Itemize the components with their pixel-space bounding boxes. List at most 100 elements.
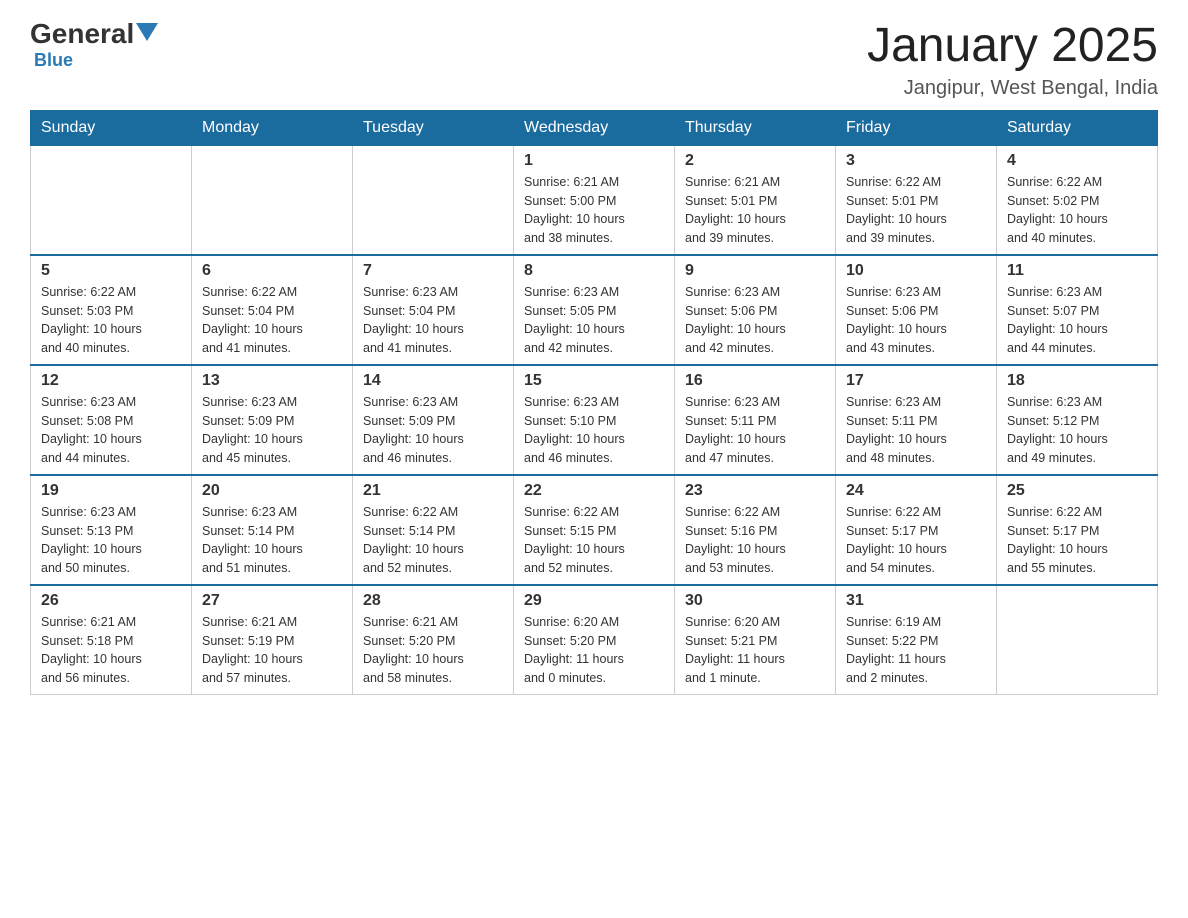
day-number: 5: [41, 262, 181, 280]
table-row: 17 Sunrise: 6:23 AMSunset: 5:11 PMDayligh…: [836, 365, 997, 475]
day-number: 30: [685, 592, 825, 610]
day-info: Sunrise: 6:23 AMSunset: 5:07 PMDaylight:…: [1007, 283, 1147, 358]
day-number: 21: [363, 482, 503, 500]
day-info: Sunrise: 6:22 AMSunset: 5:04 PMDaylight:…: [202, 283, 342, 358]
table-row: 9 Sunrise: 6:23 AMSunset: 5:06 PMDaylight…: [675, 255, 836, 365]
table-row: 8 Sunrise: 6:23 AMSunset: 5:05 PMDaylight…: [514, 255, 675, 365]
col-monday: Monday: [192, 110, 353, 145]
day-info: Sunrise: 6:23 AMSunset: 5:08 PMDaylight:…: [41, 393, 181, 468]
col-thursday: Thursday: [675, 110, 836, 145]
table-row: 26 Sunrise: 6:21 AMSunset: 5:18 PMDayligh…: [31, 585, 192, 695]
table-row: 2Sunrise: 6:21 AMSunset: 5:01 PMDaylight…: [675, 145, 836, 255]
table-row: 25 Sunrise: 6:22 AMSunset: 5:17 PMDayligh…: [997, 475, 1158, 585]
day-number: 22: [524, 482, 664, 500]
day-info: Sunrise: 6:23 AMSunset: 5:14 PMDaylight:…: [202, 503, 342, 578]
day-number: 14: [363, 372, 503, 390]
day-number: 13: [202, 372, 342, 390]
table-row: [192, 145, 353, 255]
calendar-week-row: 5 Sunrise: 6:22 AMSunset: 5:03 PMDaylight…: [31, 255, 1158, 365]
day-number: 15: [524, 372, 664, 390]
table-row: 12 Sunrise: 6:23 AMSunset: 5:08 PMDayligh…: [31, 365, 192, 475]
table-row: 18 Sunrise: 6:23 AMSunset: 5:12 PMDayligh…: [997, 365, 1158, 475]
logo-general-text: General: [30, 20, 134, 48]
day-number: 28: [363, 592, 503, 610]
day-info: Sunrise: 6:20 AMSunset: 5:21 PMDaylight:…: [685, 613, 825, 688]
table-row: 30 Sunrise: 6:20 AMSunset: 5:21 PMDayligh…: [675, 585, 836, 695]
day-number: 3: [846, 152, 986, 170]
day-info: Sunrise: 6:22 AMSunset: 5:17 PMDaylight:…: [1007, 503, 1147, 578]
table-row: 3 Sunrise: 6:22 AMSunset: 5:01 PMDaylight…: [836, 145, 997, 255]
day-info: Sunrise: 6:23 AMSunset: 5:13 PMDaylight:…: [41, 503, 181, 578]
table-row: 13 Sunrise: 6:23 AMSunset: 5:09 PMDayligh…: [192, 365, 353, 475]
table-row: 14 Sunrise: 6:23 AMSunset: 5:09 PMDayligh…: [353, 365, 514, 475]
day-number: 12: [41, 372, 181, 390]
calendar-week-row: 12 Sunrise: 6:23 AMSunset: 5:08 PMDayligh…: [31, 365, 1158, 475]
day-info: Sunrise: 6:22 AMSunset: 5:17 PMDaylight:…: [846, 503, 986, 578]
calendar-week-row: 26 Sunrise: 6:21 AMSunset: 5:18 PMDayligh…: [31, 585, 1158, 695]
day-number: 24: [846, 482, 986, 500]
day-info: Sunrise: 6:23 AMSunset: 5:12 PMDaylight:…: [1007, 393, 1147, 468]
day-info: Sunrise: 6:22 AMSunset: 5:16 PMDaylight:…: [685, 503, 825, 578]
day-number: 23: [685, 482, 825, 500]
day-number: 18: [1007, 372, 1147, 390]
col-sunday: Sunday: [31, 110, 192, 145]
table-row: 10 Sunrise: 6:23 AMSunset: 5:06 PMDayligh…: [836, 255, 997, 365]
logo: General Blue: [30, 20, 158, 71]
table-row: 4Sunrise: 6:22 AMSunset: 5:02 PMDaylight…: [997, 145, 1158, 255]
day-info: Sunrise: 6:23 AMSunset: 5:09 PMDaylight:…: [202, 393, 342, 468]
calendar-table: Sunday Monday Tuesday Wednesday Thursday…: [30, 110, 1158, 695]
day-number: 8: [524, 262, 664, 280]
day-number: 20: [202, 482, 342, 500]
table-row: 7 Sunrise: 6:23 AMSunset: 5:04 PMDaylight…: [353, 255, 514, 365]
day-info: Sunrise: 6:21 AMSunset: 5:00 PMDaylight:…: [524, 173, 664, 248]
day-number: 26: [41, 592, 181, 610]
day-info: Sunrise: 6:22 AMSunset: 5:01 PMDaylight:…: [846, 173, 986, 248]
month-title: January 2025: [867, 20, 1158, 73]
day-info: Sunrise: 6:20 AMSunset: 5:20 PMDaylight:…: [524, 613, 664, 688]
day-info: Sunrise: 6:23 AMSunset: 5:11 PMDaylight:…: [685, 393, 825, 468]
day-info: Sunrise: 6:23 AMSunset: 5:05 PMDaylight:…: [524, 283, 664, 358]
table-row: 24 Sunrise: 6:22 AMSunset: 5:17 PMDayligh…: [836, 475, 997, 585]
day-info: Sunrise: 6:22 AMSunset: 5:14 PMDaylight:…: [363, 503, 503, 578]
calendar-week-row: 1 Sunrise: 6:21 AMSunset: 5:00 PMDaylight…: [31, 145, 1158, 255]
day-number: 25: [1007, 482, 1147, 500]
day-info: Sunrise: 6:22 AMSunset: 5:02 PMDaylight:…: [1007, 173, 1147, 248]
location-subtitle: Jangipur, West Bengal, India: [867, 77, 1158, 100]
day-info: Sunrise: 6:23 AMSunset: 5:04 PMDaylight:…: [363, 283, 503, 358]
table-row: [353, 145, 514, 255]
day-number: 10: [846, 262, 986, 280]
day-number: 17: [846, 372, 986, 390]
day-info: Sunrise: 6:21 AMSunset: 5:20 PMDaylight:…: [363, 613, 503, 688]
day-info: Sunrise: 6:23 AMSunset: 5:11 PMDaylight:…: [846, 393, 986, 468]
day-number: 6: [202, 262, 342, 280]
day-number: 1: [524, 152, 664, 170]
table-row: 23 Sunrise: 6:22 AMSunset: 5:16 PMDayligh…: [675, 475, 836, 585]
day-number: 9: [685, 262, 825, 280]
table-row: [31, 145, 192, 255]
day-number: 7: [363, 262, 503, 280]
page-header: General Blue January 2025 Jangipur, West…: [30, 20, 1158, 100]
table-row: 11Sunrise: 6:23 AMSunset: 5:07 PMDayligh…: [997, 255, 1158, 365]
day-info: Sunrise: 6:23 AMSunset: 5:06 PMDaylight:…: [846, 283, 986, 358]
col-tuesday: Tuesday: [353, 110, 514, 145]
table-row: 22 Sunrise: 6:22 AMSunset: 5:15 PMDayligh…: [514, 475, 675, 585]
day-info: Sunrise: 6:21 AMSunset: 5:19 PMDaylight:…: [202, 613, 342, 688]
day-number: 27: [202, 592, 342, 610]
table-row: 1 Sunrise: 6:21 AMSunset: 5:00 PMDaylight…: [514, 145, 675, 255]
table-row: 15 Sunrise: 6:23 AMSunset: 5:10 PMDayligh…: [514, 365, 675, 475]
day-info: Sunrise: 6:23 AMSunset: 5:06 PMDaylight:…: [685, 283, 825, 358]
table-row: 16Sunrise: 6:23 AMSunset: 5:11 PMDayligh…: [675, 365, 836, 475]
table-row: 21 Sunrise: 6:22 AMSunset: 5:14 PMDayligh…: [353, 475, 514, 585]
table-row: 20 Sunrise: 6:23 AMSunset: 5:14 PMDayligh…: [192, 475, 353, 585]
day-info: Sunrise: 6:22 AMSunset: 5:03 PMDaylight:…: [41, 283, 181, 358]
day-info: Sunrise: 6:23 AMSunset: 5:10 PMDaylight:…: [524, 393, 664, 468]
table-row: 28 Sunrise: 6:21 AMSunset: 5:20 PMDayligh…: [353, 585, 514, 695]
day-number: 2: [685, 152, 825, 170]
day-info: Sunrise: 6:21 AMSunset: 5:18 PMDaylight:…: [41, 613, 181, 688]
table-row: 31Sunrise: 6:19 AMSunset: 5:22 PMDayligh…: [836, 585, 997, 695]
day-info: Sunrise: 6:22 AMSunset: 5:15 PMDaylight:…: [524, 503, 664, 578]
col-friday: Friday: [836, 110, 997, 145]
day-info: Sunrise: 6:23 AMSunset: 5:09 PMDaylight:…: [363, 393, 503, 468]
col-saturday: Saturday: [997, 110, 1158, 145]
logo-blue-text: Blue: [34, 50, 73, 71]
